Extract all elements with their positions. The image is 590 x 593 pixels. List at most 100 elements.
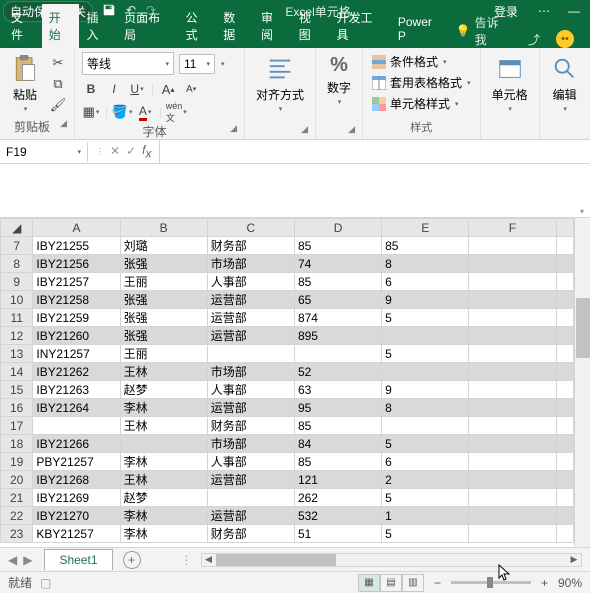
cell[interactable]: 8 [382,255,469,273]
cell[interactable]: 65 [294,291,381,309]
number-format-button[interactable]: % 数字▾ [323,52,355,108]
cell[interactable]: 运营部 [207,399,294,417]
fx-icon[interactable]: fx [142,143,151,160]
tell-me[interactable]: 💡 告诉我 [450,14,516,48]
zoom-level[interactable]: 90% [558,576,582,590]
cell[interactable]: 王林 [120,417,207,435]
cell[interactable]: 运营部 [207,471,294,489]
cell[interactable] [33,417,120,435]
cell[interactable]: IBY21257 [33,273,120,291]
row-header[interactable]: 22 [1,507,33,525]
cell[interactable]: 王丽 [120,345,207,363]
tab-formulas[interactable]: 公式 [179,4,217,48]
cell[interactable]: 6 [382,273,469,291]
cell[interactable]: IBY21268 [33,471,120,489]
row-header[interactable]: 23 [1,525,33,543]
editing-button[interactable]: 编辑▾ [547,52,583,115]
cell[interactable]: 8 [382,399,469,417]
prev-sheet-icon[interactable]: ◀ [8,553,17,567]
cell[interactable]: 人事部 [207,381,294,399]
tab-home[interactable]: 开始 [42,4,80,48]
cell[interactable]: 85 [294,453,381,471]
cell[interactable] [556,399,574,417]
cell[interactable]: 市场部 [207,363,294,381]
cell[interactable] [207,489,294,507]
cell[interactable]: 李林 [120,507,207,525]
cell[interactable]: 张强 [120,255,207,273]
cell[interactable] [469,453,556,471]
cell[interactable]: 李林 [120,453,207,471]
cell[interactable] [556,489,574,507]
name-box[interactable]: F19▾ [0,142,88,162]
cell[interactable] [469,345,556,363]
column-header[interactable]: B [120,219,207,237]
cell[interactable] [556,363,574,381]
font-color-button[interactable]: A▾ [136,103,154,121]
next-sheet-icon[interactable]: ▶ [23,553,32,567]
cell[interactable] [469,255,556,273]
cell[interactable]: 市场部 [207,255,294,273]
cell[interactable] [382,417,469,435]
cell[interactable]: 财务部 [207,237,294,255]
cell[interactable] [382,327,469,345]
sheet-tab[interactable]: Sheet1 [44,549,112,570]
cell[interactable] [556,345,574,363]
formula-input[interactable] [159,140,590,163]
alignment-button[interactable]: 对齐方式▾ [252,52,308,115]
cell[interactable]: 李林 [120,525,207,543]
chevron-down-icon[interactable]: ▾ [221,60,225,68]
cell[interactable]: 运营部 [207,507,294,525]
smiley-icon[interactable]: •• [556,30,574,48]
cell[interactable]: 85 [294,417,381,435]
cell[interactable]: 85 [382,237,469,255]
cell[interactable] [469,309,556,327]
column-header[interactable]: A [33,219,120,237]
cell[interactable]: IBY21264 [33,399,120,417]
share-icon[interactable]: ⤴ [528,31,540,48]
font-size-select[interactable]: 11▾ [179,54,215,74]
cell[interactable] [469,525,556,543]
cell[interactable] [469,399,556,417]
font-name-select[interactable]: 等线▾ [82,52,174,75]
cell[interactable]: 9 [382,291,469,309]
cell[interactable]: 95 [294,399,381,417]
normal-view-button[interactable]: ▦ [358,574,380,592]
row-header[interactable]: 12 [1,327,33,345]
cell[interactable]: 财务部 [207,417,294,435]
cell[interactable]: 运营部 [207,291,294,309]
cell[interactable]: IBY21255 [33,237,120,255]
cell[interactable] [469,381,556,399]
cell[interactable]: IBY21258 [33,291,120,309]
cell[interactable]: 9 [382,381,469,399]
cell[interactable]: 532 [294,507,381,525]
cell[interactable] [469,489,556,507]
cell[interactable]: IBY21259 [33,309,120,327]
row-header[interactable]: 15 [1,381,33,399]
cell[interactable] [556,507,574,525]
row-header[interactable]: 10 [1,291,33,309]
cell[interactable]: IBY21260 [33,327,120,345]
row-header[interactable]: 14 [1,363,33,381]
cell[interactable]: 赵梦 [120,489,207,507]
tab-insert[interactable]: 插入 [79,4,117,48]
cell[interactable] [294,345,381,363]
dialog-launcher-icon[interactable]: ◢ [301,124,308,135]
cell[interactable] [556,453,574,471]
zoom-in-button[interactable]: + [541,576,548,590]
cell[interactable] [469,291,556,309]
cell[interactable]: 人事部 [207,273,294,291]
cell[interactable]: 财务部 [207,525,294,543]
cell[interactable]: 李林 [120,399,207,417]
cell-styles-button[interactable]: 单元格样式▾ [370,94,473,113]
copy-icon[interactable]: ⧉ [49,75,67,93]
increase-font-icon[interactable]: A▴ [159,80,177,98]
minimize-icon[interactable]: — [568,4,580,18]
cell[interactable] [556,525,574,543]
scroll-thumb[interactable] [216,554,336,566]
bold-button[interactable]: B [82,80,100,98]
row-header[interactable]: 16 [1,399,33,417]
row-header[interactable]: 19 [1,453,33,471]
horizontal-scrollbar[interactable]: ◀▶ [201,553,582,567]
border-button[interactable]: ▦▾ [82,103,100,121]
row-header[interactable]: 18 [1,435,33,453]
